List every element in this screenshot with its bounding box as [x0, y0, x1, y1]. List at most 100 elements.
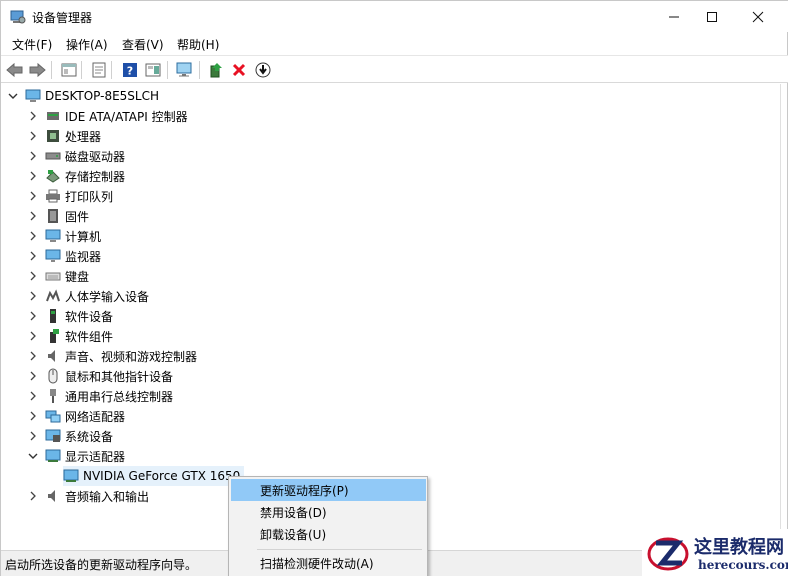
software-device-icon	[50, 309, 56, 323]
software-component-icon	[50, 329, 59, 343]
tree-item-label: 键盘	[65, 269, 90, 284]
tree-item-system-devices[interactable]: 系统设备	[27, 426, 113, 446]
context-uninstall-device[interactable]: 卸载设备(U)	[231, 523, 426, 545]
status-text: 启动所选设备的更新驱动程序向导。	[5, 558, 198, 572]
tree-item-print-queues[interactable]: 打印队列	[27, 186, 113, 206]
tree-item-usb-controllers[interactable]: 通用串行总线控制器	[27, 386, 173, 406]
toolbar-separator	[81, 61, 82, 79]
chevron-right-icon[interactable]	[27, 230, 39, 242]
chevron-right-icon[interactable]	[27, 250, 39, 262]
toolbar-separator	[111, 61, 112, 79]
console-tree-icon	[61, 63, 77, 77]
tree-item-label: 监视器	[65, 249, 102, 264]
tree-item-ide-ata[interactable]: IDE ATA/ATAPI 控制器	[27, 106, 188, 126]
computer-icon	[25, 89, 41, 102]
forward-arrow-icon	[29, 62, 46, 78]
chevron-right-icon[interactable]	[27, 310, 39, 322]
menu-action[interactable]: 操作(A)	[66, 36, 108, 53]
tree-root[interactable]: DESKTOP-8E5SLCH	[7, 86, 159, 106]
device-manager-icon	[10, 10, 26, 24]
tree-item-software-devices[interactable]: 软件设备	[27, 306, 113, 326]
tree-item-label: 系统设备	[65, 429, 114, 444]
chevron-right-icon[interactable]	[27, 330, 39, 342]
chevron-right-icon[interactable]	[27, 150, 39, 162]
show-hide-console-tree-button[interactable]	[59, 60, 79, 80]
maximize-icon	[707, 11, 717, 22]
watermark-en: herecours.com	[698, 558, 788, 572]
chevron-right-icon[interactable]	[27, 390, 39, 402]
tree-item-audio-io[interactable]: 音频输入和输出	[27, 486, 149, 506]
tree-item-label: 通用串行总线控制器	[65, 389, 174, 404]
action-pane-button[interactable]	[143, 60, 163, 80]
chevron-right-icon[interactable]	[27, 490, 39, 502]
storage-controller-icon	[46, 170, 60, 183]
tree-item-label: 显示适配器	[65, 449, 126, 464]
menu-help[interactable]: 帮助(H)	[177, 36, 219, 53]
system-device-icon	[45, 429, 61, 442]
tree-item-keyboards[interactable]: 键盘	[27, 266, 89, 286]
tree-item-label: 固件	[65, 209, 90, 224]
svg-text:?: ?	[127, 65, 133, 78]
speaker-icon	[48, 350, 55, 362]
tree-item-label: 处理器	[65, 129, 102, 144]
chevron-down-icon[interactable]	[7, 90, 19, 102]
toolbar: ?	[1, 55, 788, 83]
chevron-right-icon[interactable]	[27, 430, 39, 442]
tree-item-monitors[interactable]: 监视器	[27, 246, 101, 266]
chevron-right-icon[interactable]	[27, 210, 39, 222]
tree-item-hid[interactable]: 人体学输入设备	[27, 286, 149, 306]
update-driver-button[interactable]	[206, 60, 226, 80]
enable-device-button[interactable]	[253, 60, 273, 80]
tree-border	[780, 84, 781, 550]
context-disable-device[interactable]: 禁用设备(D)	[231, 501, 426, 523]
forward-button[interactable]	[27, 60, 47, 80]
chevron-right-icon[interactable]	[27, 170, 39, 182]
back-button[interactable]	[5, 60, 25, 80]
context-update-driver[interactable]: 更新驱动程序(P)	[231, 479, 426, 501]
tree-item-gpu-device[interactable]: NVIDIA GeForce GTX 1650	[63, 466, 245, 486]
tree-item-processor[interactable]: 处理器	[27, 126, 101, 146]
context-scan-hardware[interactable]: 扫描检测硬件改动(A)	[231, 552, 426, 574]
tree-item-computer[interactable]: 计算机	[27, 226, 101, 246]
chevron-right-icon[interactable]	[27, 290, 39, 302]
firmware-icon	[48, 209, 58, 223]
chevron-right-icon[interactable]	[27, 370, 39, 382]
processor-icon	[47, 130, 59, 142]
watermark: 这里教程网 herecours.com	[642, 529, 788, 576]
tree-item-label: 打印队列	[65, 189, 114, 204]
tree-item-storage-controllers[interactable]: 存储控制器	[27, 166, 125, 186]
device-manager-window: 设备管理器 文件(F) 操作(A) 查看(V) 帮助(H) ? DESKTOP-…	[0, 0, 788, 576]
window-title: 设备管理器	[32, 11, 93, 25]
tree-item-disk-drives[interactable]: 磁盘驱动器	[27, 146, 125, 166]
chevron-right-icon[interactable]	[27, 190, 39, 202]
tree-item-firmware[interactable]: 固件	[27, 206, 89, 226]
chevron-right-icon[interactable]	[27, 270, 39, 282]
chevron-down-icon[interactable]	[27, 450, 39, 462]
tree-item-sound-video-game[interactable]: 声音、视频和游戏控制器	[27, 346, 197, 366]
chevron-right-icon[interactable]	[27, 410, 39, 422]
tree-item-mice[interactable]: 鼠标和其他指针设备	[27, 366, 173, 386]
mouse-icon	[48, 368, 58, 384]
chevron-right-icon[interactable]	[27, 350, 39, 362]
tree-item-network-adapters[interactable]: 网络适配器	[27, 406, 125, 426]
tree-item-software-components[interactable]: 软件组件	[27, 326, 113, 346]
tree-item-display-adapters[interactable]: 显示适配器	[27, 446, 125, 466]
scan-hardware-button[interactable]	[175, 60, 195, 80]
chevron-right-icon[interactable]	[27, 130, 39, 142]
menu-file[interactable]: 文件(F)	[12, 36, 52, 53]
tree-item-label: 音频输入和输出	[65, 489, 150, 504]
properties-button[interactable]	[89, 60, 109, 80]
tree-item-label: 鼠标和其他指针设备	[65, 369, 174, 384]
printer-icon	[46, 189, 60, 203]
close-button[interactable]	[735, 1, 781, 32]
chevron-right-icon[interactable]	[27, 110, 39, 122]
monitor-scan-icon	[176, 62, 192, 77]
title-bar: 设备管理器	[1, 1, 788, 32]
tree-item-label: 软件组件	[65, 329, 114, 344]
maximize-button[interactable]	[689, 1, 735, 32]
uninstall-device-button[interactable]	[229, 60, 249, 80]
disk-drive-icon	[45, 152, 61, 160]
tree-item-label: 人体学输入设备	[65, 289, 150, 304]
menu-view[interactable]: 查看(V)	[122, 36, 164, 53]
help-button[interactable]: ?	[120, 60, 140, 80]
